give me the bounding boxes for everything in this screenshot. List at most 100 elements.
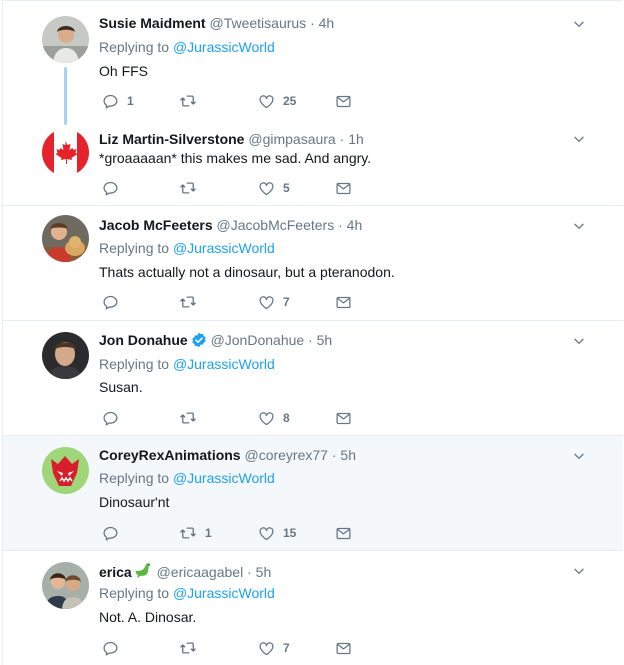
author-handle[interactable]: @JonDonahue	[211, 332, 305, 348]
reply-icon	[102, 525, 119, 542]
tweet-item[interactable]: Susie Maidment @Tweetisaurus · 4h Replyi…	[3, 1, 623, 125]
reply-button[interactable]	[102, 524, 127, 542]
reply-button[interactable]	[102, 639, 127, 657]
avatar[interactable]	[42, 562, 89, 609]
chevron-down-icon[interactable]	[572, 219, 586, 233]
chevron-down-icon[interactable]	[572, 132, 586, 146]
person-with-dog-photo-icon	[42, 215, 89, 262]
mention-link[interactable]: @JurassicWorld	[173, 356, 275, 372]
like-count: 25	[283, 94, 297, 108]
author-name[interactable]: CoreyRexAnimations	[99, 447, 241, 463]
timestamp[interactable]: 4h	[347, 217, 363, 233]
replies-timeline: Susie Maidment @Tweetisaurus · 4h Replyi…	[2, 0, 623, 665]
retweet-icon	[179, 293, 197, 311]
tweet-text: *groaaaaan* this makes me sad. And angry…	[99, 150, 372, 166]
tweet-actions: 7	[102, 293, 362, 311]
direct-message-button[interactable]	[335, 293, 352, 311]
timestamp[interactable]: 4h	[319, 15, 335, 31]
mention-link[interactable]: @JurassicWorld	[173, 470, 275, 486]
author-handle[interactable]: @JacobMcFeeters	[217, 217, 335, 233]
envelope-icon	[335, 294, 352, 311]
like-button[interactable]: 25	[258, 92, 296, 110]
mention-link[interactable]: @JurassicWorld	[173, 39, 275, 55]
retweet-button[interactable]: 1	[179, 524, 212, 542]
author-handle[interactable]: @coreyrex77	[244, 447, 327, 463]
chevron-down-icon[interactable]	[572, 564, 586, 578]
reply-icon	[102, 180, 119, 197]
reply-button[interactable]	[102, 179, 127, 197]
like-button[interactable]: 15	[258, 524, 296, 542]
timestamp[interactable]: 1h	[348, 131, 364, 147]
reply-button[interactable]	[102, 293, 127, 311]
verified-badge-icon	[192, 332, 206, 348]
avatar[interactable]	[42, 332, 89, 379]
heart-icon	[258, 525, 275, 542]
retweet-button[interactable]	[179, 409, 205, 427]
chevron-down-icon[interactable]	[572, 334, 586, 348]
author-name[interactable]: Jon Donahue	[99, 332, 188, 348]
chevron-down-icon[interactable]	[572, 449, 586, 463]
replying-to: Replying to @JurassicWorld	[99, 240, 275, 256]
retweet-icon	[179, 409, 197, 427]
reply-icon	[102, 410, 119, 427]
timestamp[interactable]: 5h	[317, 332, 333, 348]
avatar[interactable]	[42, 215, 89, 262]
mention-link[interactable]: @JurassicWorld	[173, 585, 275, 601]
like-button[interactable]: 7	[258, 639, 290, 657]
chevron-down-icon[interactable]	[572, 17, 586, 31]
heart-icon	[258, 294, 275, 311]
mention-link[interactable]: @JurassicWorld	[173, 240, 275, 256]
heart-icon	[258, 180, 275, 197]
retweet-icon	[179, 524, 197, 542]
retweet-button[interactable]	[179, 92, 205, 110]
author-name[interactable]: Liz Martin-Silverstone	[99, 131, 244, 147]
timestamp[interactable]: 5h	[256, 564, 272, 580]
like-button[interactable]: 8	[258, 409, 290, 427]
canada-flag-icon	[42, 129, 89, 176]
avatar[interactable]	[42, 129, 89, 176]
tweet-text: Dinosaur'nt	[99, 494, 170, 510]
replying-to: Replying to @JurassicWorld	[99, 470, 275, 486]
reply-icon	[102, 93, 119, 110]
author-name[interactable]: erica	[99, 564, 132, 580]
direct-message-button[interactable]	[335, 92, 352, 110]
like-button[interactable]: 7	[258, 293, 290, 311]
author-name[interactable]: Jacob McFeeters	[99, 217, 213, 233]
retweet-button[interactable]	[179, 293, 205, 311]
direct-message-button[interactable]	[335, 409, 352, 427]
like-button[interactable]: 5	[258, 179, 290, 197]
envelope-icon	[335, 640, 352, 657]
envelope-icon	[335, 525, 352, 542]
reply-button[interactable]	[102, 409, 127, 427]
retweet-button[interactable]	[179, 179, 205, 197]
person-photo-icon	[42, 332, 89, 379]
avatar[interactable]	[42, 16, 89, 63]
tweet-item[interactable]: Liz Martin-Silverstone @gimpasaura · 1h …	[3, 125, 623, 206]
replying-to: Replying to @JurassicWorld	[99, 356, 275, 372]
author-handle[interactable]: @ericaagabel	[157, 564, 244, 580]
replying-to: Replying to @JurassicWorld	[99, 39, 275, 55]
author-name[interactable]: Susie Maidment	[99, 15, 206, 31]
person-photo-icon	[42, 16, 89, 63]
replying-to: Replying to @JurassicWorld	[99, 585, 275, 601]
heart-icon	[258, 410, 275, 427]
avatar[interactable]	[42, 447, 89, 494]
like-count: 7	[283, 641, 290, 655]
direct-message-button[interactable]	[335, 639, 352, 657]
reply-icon	[102, 640, 119, 657]
tweet-item[interactable]: erica @ericaagabel · 5h Replying to @Jur…	[3, 551, 623, 665]
retweet-button[interactable]	[179, 639, 205, 657]
cartoon-dinosaur-icon	[42, 447, 89, 494]
timestamp[interactable]: 5h	[340, 447, 356, 463]
author-handle[interactable]: @Tweetisaurus	[209, 15, 306, 31]
direct-message-button[interactable]	[335, 524, 352, 542]
tweet-item[interactable]: Jacob McFeeters @JacobMcFeeters · 4h Rep…	[3, 206, 623, 321]
tweet-actions: 8	[102, 409, 362, 427]
tweet-item[interactable]: CoreyRexAnimations @coreyrex77 · 5h Repl…	[3, 436, 623, 551]
direct-message-button[interactable]	[335, 179, 352, 197]
tweet-item[interactable]: Jon Donahue @JonDonahue · 5h Replying to…	[3, 321, 623, 436]
reply-button[interactable]: 1	[102, 92, 134, 110]
author-handle[interactable]: @gimpasaura	[248, 131, 335, 147]
retweet-icon	[179, 92, 197, 110]
sauropod-emoji-icon	[135, 563, 151, 578]
